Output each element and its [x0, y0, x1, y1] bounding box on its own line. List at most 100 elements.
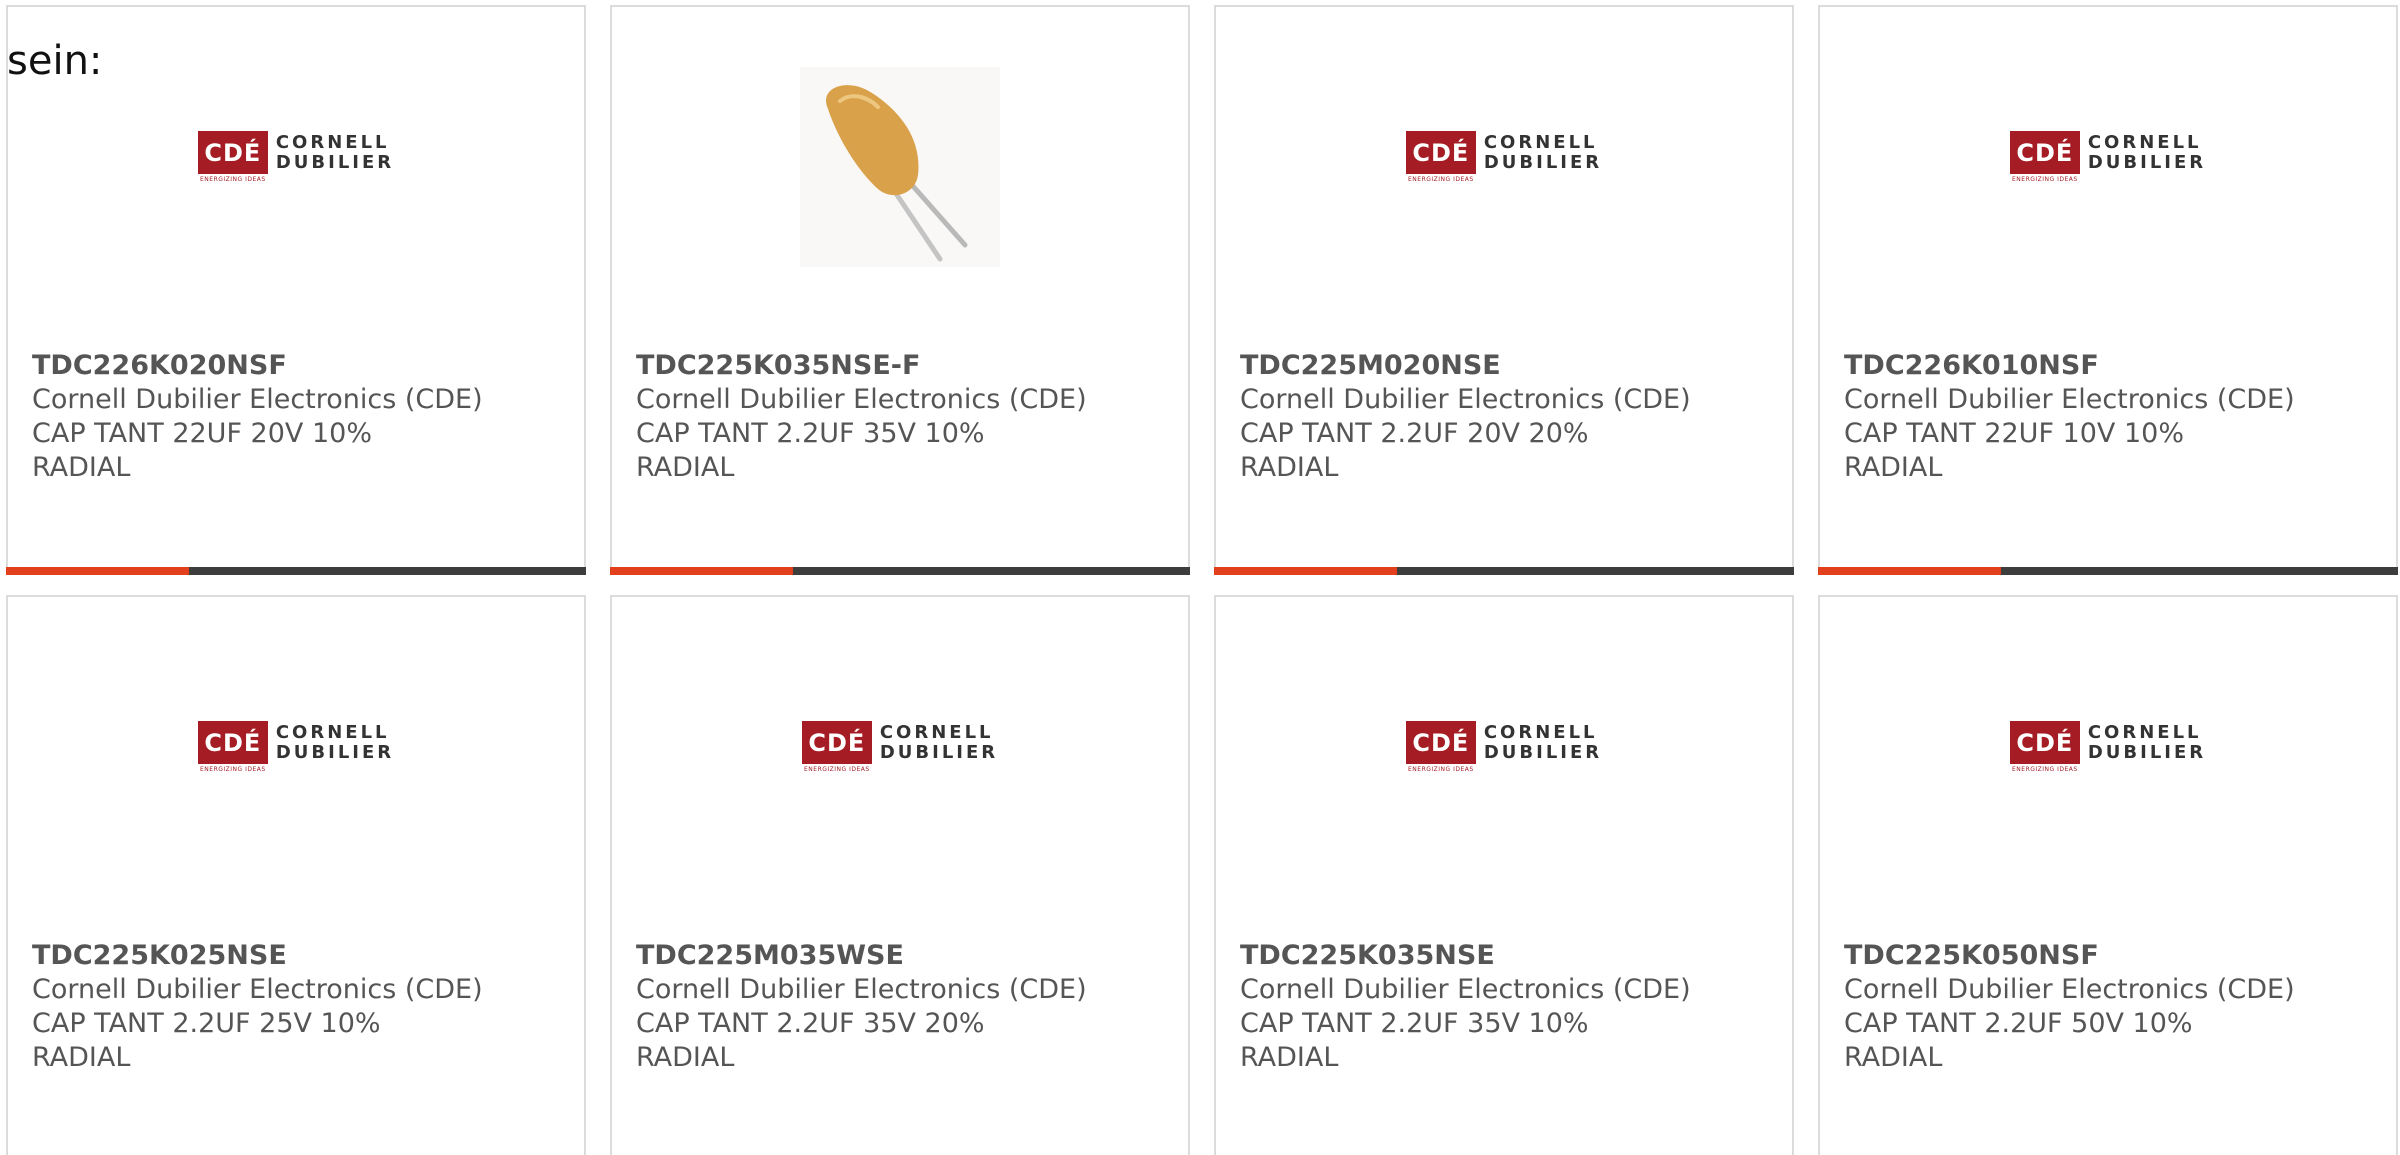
cde-logo-wordmark: CORNELL DUBILIER — [276, 723, 394, 763]
description-line: CAP TANT 2.2UF 35V 10% — [636, 418, 985, 449]
part-number[interactable]: TDC225K035NSE — [1240, 939, 1772, 973]
part-number[interactable]: TDC225M035WSE — [636, 939, 1168, 973]
product-card[interactable]: TDC225K035NSE-F Cornell Dubilier Electron… — [610, 5, 1190, 575]
product-image[interactable]: CDÉ ENERGIZING IDEAS CORNELL DUBILIER — [8, 67, 584, 287]
cde-logo: CDÉ ENERGIZING IDEAS CORNELL DUBILIER — [197, 721, 394, 773]
cde-logo-mark: CDÉ ENERGIZING IDEAS — [1405, 131, 1476, 183]
cde-logo-wordmark: CORNELL DUBILIER — [1484, 723, 1602, 763]
cde-logo-line2: DUBILIER — [1483, 742, 1603, 763]
part-number[interactable]: TDC226K020NSF — [32, 349, 564, 383]
cde-logo: CDÉ ENERGIZING IDEAS CORNELL DUBILIER — [2009, 721, 2206, 773]
product-image[interactable]: CDÉ ENERGIZING IDEAS CORNELL DUBILIER — [1820, 657, 2396, 877]
manufacturer-name: Cornell Dubilier Electronics (CDE) — [636, 974, 1087, 1005]
cde-logo-tagline: ENERGIZING IDEAS — [2012, 766, 2078, 773]
cde-logo: CDÉ ENERGIZING IDEAS CORNELL DUBILIER — [1405, 721, 1602, 773]
package-line: RADIAL — [636, 1042, 735, 1073]
cde-logo-box: CDÉ — [2009, 131, 2080, 174]
manufacturer-name: Cornell Dubilier Electronics (CDE) — [636, 384, 1087, 415]
product-card[interactable]: CDÉ ENERGIZING IDEAS CORNELL DUBILIER TD… — [1818, 5, 2398, 575]
product-info: TDC226K010NSF Cornell Dubilier Electronic… — [1844, 349, 2376, 485]
product-info: TDC225M020NSE Cornell Dubilier Electronic… — [1240, 349, 1772, 485]
cde-logo-line2: DUBILIER — [879, 742, 999, 763]
cde-logo-line2: DUBILIER — [275, 152, 395, 173]
cde-logo-box: CDÉ — [197, 131, 268, 174]
product-info: TDC225M035WSE Cornell Dubilier Electronic… — [636, 939, 1168, 1075]
cde-logo-box: CDÉ — [1405, 131, 1476, 174]
cde-logo-line1: CORNELL — [2087, 132, 2202, 153]
part-number[interactable]: TDC225M020NSE — [1240, 349, 1772, 383]
description-line: CAP TANT 2.2UF 25V 10% — [32, 1008, 381, 1039]
card-bottom-bar — [6, 567, 586, 575]
package-line: RADIAL — [1844, 452, 1943, 483]
product-grid: CDÉ ENERGIZING IDEAS CORNELL DUBILIER TD… — [6, 5, 2398, 1155]
part-number[interactable]: TDC225K050NSF — [1844, 939, 2376, 973]
manufacturer-name: Cornell Dubilier Electronics (CDE) — [1240, 384, 1691, 415]
package-line: RADIAL — [1844, 1042, 1943, 1073]
cde-logo-line2: DUBILIER — [2087, 152, 2207, 173]
product-card[interactable]: CDÉ ENERGIZING IDEAS CORNELL DUBILIER TD… — [1214, 5, 1794, 575]
product-image[interactable]: CDÉ ENERGIZING IDEAS CORNELL DUBILIER — [1216, 67, 1792, 287]
product-info: TDC225K025NSE Cornell Dubilier Electronic… — [32, 939, 564, 1075]
manufacturer-name: Cornell Dubilier Electronics (CDE) — [32, 974, 483, 1005]
cde-logo-line1: CORNELL — [1483, 132, 1598, 153]
cde-logo-wordmark: CORNELL DUBILIER — [276, 133, 394, 173]
description-line: CAP TANT 2.2UF 50V 10% — [1844, 1008, 2193, 1039]
cde-logo-mark: CDÉ ENERGIZING IDEAS — [197, 131, 268, 183]
manufacturer-name: Cornell Dubilier Electronics (CDE) — [1844, 384, 2295, 415]
card-accent-segment — [1818, 567, 2001, 575]
part-number[interactable]: TDC225K025NSE — [32, 939, 564, 973]
cde-logo-mark: CDÉ ENERGIZING IDEAS — [197, 721, 268, 773]
cde-logo-wordmark: CORNELL DUBILIER — [2088, 133, 2206, 173]
product-card[interactable]: CDÉ ENERGIZING IDEAS CORNELL DUBILIER TD… — [1214, 595, 1794, 1155]
product-image[interactable] — [612, 67, 1188, 287]
cde-logo: CDÉ ENERGIZING IDEAS CORNELL DUBILIER — [1405, 131, 1602, 183]
cde-logo-box: CDÉ — [801, 721, 872, 764]
cde-logo-mark: CDÉ ENERGIZING IDEAS — [1405, 721, 1476, 773]
product-info: TDC225K035NSE Cornell Dubilier Electronic… — [1240, 939, 1772, 1075]
cde-logo-tagline: ENERGIZING IDEAS — [200, 766, 266, 773]
description-line: CAP TANT 2.2UF 35V 20% — [636, 1008, 985, 1039]
description-line: CAP TANT 2.2UF 20V 20% — [1240, 418, 1589, 449]
product-image[interactable]: CDÉ ENERGIZING IDEAS CORNELL DUBILIER — [1216, 657, 1792, 877]
cde-logo-line1: CORNELL — [2087, 722, 2202, 743]
card-bottom-bar — [1214, 567, 1794, 575]
description-line: CAP TANT 22UF 20V 10% — [32, 418, 372, 449]
product-image[interactable]: CDÉ ENERGIZING IDEAS CORNELL DUBILIER — [8, 657, 584, 877]
cde-logo-wordmark: CORNELL DUBILIER — [2088, 723, 2206, 763]
product-info: TDC225K050NSF Cornell Dubilier Electronic… — [1844, 939, 2376, 1075]
card-bottom-bar — [610, 567, 1190, 575]
product-image[interactable]: CDÉ ENERGIZING IDEAS CORNELL DUBILIER — [612, 657, 1188, 877]
cde-logo-line1: CORNELL — [275, 132, 390, 153]
part-number[interactable]: TDC226K010NSF — [1844, 349, 2376, 383]
intro-text: sein: — [7, 38, 103, 84]
cde-logo-mark: CDÉ ENERGIZING IDEAS — [2009, 721, 2080, 773]
product-card[interactable]: CDÉ ENERGIZING IDEAS CORNELL DUBILIER TD… — [610, 595, 1190, 1155]
capacitor-lead-1 — [909, 182, 968, 248]
product-card[interactable]: CDÉ ENERGIZING IDEAS CORNELL DUBILIER TD… — [1818, 595, 2398, 1155]
product-image[interactable]: CDÉ ENERGIZING IDEAS CORNELL DUBILIER — [1820, 67, 2396, 287]
cde-logo-mark: CDÉ ENERGIZING IDEAS — [801, 721, 872, 773]
cde-logo-tagline: ENERGIZING IDEAS — [1408, 766, 1474, 773]
cde-logo-tagline: ENERGIZING IDEAS — [1408, 176, 1474, 183]
cde-logo: CDÉ ENERGIZING IDEAS CORNELL DUBILIER — [801, 721, 999, 773]
product-info: TDC225K035NSE-F Cornell Dubilier Electron… — [636, 349, 1168, 485]
product-info: TDC226K020NSF Cornell Dubilier Electronic… — [32, 349, 564, 485]
manufacturer-name: Cornell Dubilier Electronics (CDE) — [32, 384, 483, 415]
card-accent-segment — [610, 567, 793, 575]
part-number[interactable]: TDC225K035NSE-F — [636, 349, 1168, 383]
product-card[interactable]: CDÉ ENERGIZING IDEAS CORNELL DUBILIER TD… — [6, 5, 586, 575]
cde-logo-box: CDÉ — [2009, 721, 2080, 764]
capacitor-drawing — [826, 85, 968, 262]
product-card[interactable]: CDÉ ENERGIZING IDEAS CORNELL DUBILIER TD… — [6, 595, 586, 1155]
package-line: RADIAL — [32, 452, 131, 483]
description-line: CAP TANT 2.2UF 35V 10% — [1240, 1008, 1589, 1039]
capacitor-image — [800, 67, 1000, 267]
card-accent-segment — [6, 567, 189, 575]
cde-logo-box: CDÉ — [1405, 721, 1476, 764]
cde-logo: CDÉ ENERGIZING IDEAS CORNELL DUBILIER — [197, 131, 394, 183]
cde-logo-line2: DUBILIER — [275, 742, 395, 763]
cde-logo-line1: CORNELL — [1483, 722, 1598, 743]
cde-logo-tagline: ENERGIZING IDEAS — [200, 176, 266, 183]
cde-logo-box: CDÉ — [197, 721, 268, 764]
card-bottom-bar — [1818, 567, 2398, 575]
